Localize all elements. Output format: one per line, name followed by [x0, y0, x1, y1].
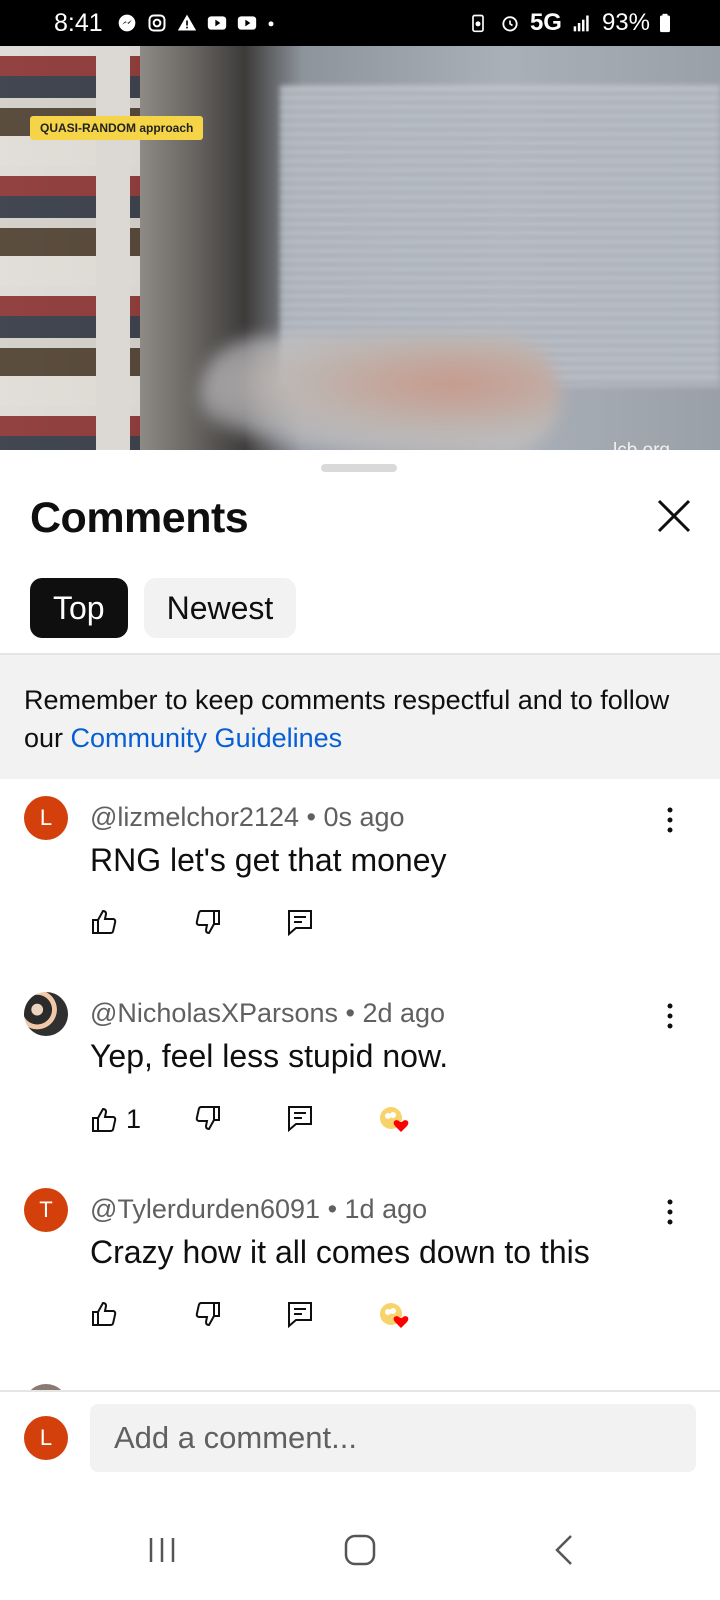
reply-button[interactable] — [286, 1300, 314, 1328]
reply-button[interactable] — [286, 908, 314, 936]
thumbs-down-icon — [195, 910, 220, 935]
system-status: 5G 93% — [466, 9, 672, 37]
creator-heart-icon — [380, 1107, 409, 1132]
youtube-icon — [237, 16, 256, 30]
status-bar: 8:41 5G 93% — [0, 0, 720, 46]
comment-meta: @NicholasXParsons • 2d ago — [90, 998, 446, 1028]
video-frame-shelf-post — [96, 46, 130, 450]
clock: 8:41 — [54, 8, 103, 37]
reply-icon — [288, 1106, 312, 1132]
comment-author[interactable]: @lizmelchor2124 — [90, 802, 299, 832]
system-navigation-bar — [0, 1500, 720, 1600]
dislike-button[interactable] — [194, 1104, 222, 1132]
reply-icon — [288, 910, 312, 936]
thumbs-up-icon — [92, 1301, 117, 1326]
creator-heart — [378, 1300, 414, 1334]
add-comment-bar: L — [0, 1392, 720, 1484]
comment-time: 2d ago — [362, 998, 446, 1028]
avatar[interactable]: T — [24, 1188, 68, 1232]
like-button[interactable] — [90, 908, 126, 936]
dislike-button[interactable] — [194, 908, 222, 936]
battery-percent: 93% — [601, 9, 650, 36]
recent-apps-button[interactable] — [132, 1530, 192, 1570]
comment-actions: 1 — [90, 1104, 490, 1140]
guidelines-notice: Remember to keep comments respectful and… — [0, 655, 720, 779]
comment-text: Yep, feel less stupid now. — [90, 1038, 449, 1074]
close-icon — [657, 499, 691, 533]
comment-author[interactable]: @NicholasXParsons — [90, 998, 338, 1028]
comment-author[interactable]: @Tylerdurden6091 — [90, 1194, 320, 1224]
thumbs-down-icon — [195, 1302, 220, 1327]
creator-heart — [378, 1104, 414, 1138]
sort-tabs: Top Newest — [30, 578, 297, 638]
close-button[interactable] — [652, 494, 696, 538]
video-frame-hand — [200, 336, 560, 450]
add-comment-input[interactable] — [90, 1404, 696, 1472]
recent-apps-icon — [149, 1538, 175, 1562]
messenger-icon — [118, 14, 136, 32]
avatar[interactable]: L — [24, 796, 68, 840]
avatar[interactable]: L — [24, 1416, 68, 1460]
comment-actions — [90, 908, 490, 944]
comment-meta: @Tylerdurden6091 • 1d ago — [90, 1194, 428, 1224]
thumbs-up-icon — [92, 909, 117, 934]
battery-icon — [660, 13, 670, 33]
like-button[interactable]: 1 — [90, 1104, 141, 1135]
drag-handle[interactable] — [321, 464, 397, 472]
video-watermark: lcb.org — [613, 440, 670, 450]
home-icon — [344, 1534, 376, 1566]
creator-heart-icon — [380, 1303, 409, 1328]
comment-item: @NicholasXParsons • 2d ago Yep, feel les… — [0, 992, 720, 1182]
more-options-icon[interactable] — [660, 1000, 680, 1032]
alarm-icon — [502, 16, 518, 32]
back-icon — [555, 1535, 572, 1565]
comments-sheet: Comments Top Newest Remember to keep com… — [0, 450, 720, 1600]
youtube-icon — [207, 16, 226, 30]
comment-time: 1d ago — [344, 1194, 428, 1224]
comment-meta: @lizmelchor2124 • 0s ago — [90, 802, 405, 832]
comment-text: RNG let's get that money — [90, 842, 447, 878]
notification-icons — [115, 13, 277, 33]
reply-icon — [288, 1302, 312, 1328]
comment-item: T @Tylerdurden6091 • 1d ago Crazy how it… — [0, 1188, 720, 1378]
dislike-button[interactable] — [194, 1300, 222, 1328]
network-type: 5G — [529, 9, 562, 36]
thumbs-up-icon — [92, 1107, 117, 1132]
like-count: 1 — [126, 1104, 142, 1134]
video-caption-tag: QUASI-RANDOM approach — [30, 116, 204, 140]
thumbs-down-icon — [195, 1106, 220, 1131]
comment-text: Crazy how it all comes down to this — [90, 1234, 590, 1270]
alert-icon — [177, 14, 196, 31]
home-button[interactable] — [330, 1530, 390, 1570]
comment-time: 0s ago — [323, 802, 405, 832]
tab-newest[interactable]: Newest — [143, 578, 297, 638]
tab-top[interactable]: Top — [30, 578, 128, 638]
more-options-icon[interactable] — [660, 804, 680, 836]
comment-actions — [90, 1300, 490, 1336]
back-button[interactable] — [534, 1530, 594, 1570]
signal-icon — [573, 15, 589, 32]
dot-icon — [268, 21, 274, 27]
instagram-icon — [148, 14, 166, 32]
video-player[interactable]: QUASI-RANDOM approach lcb.org — [0, 46, 720, 450]
comments-title: Comments — [30, 494, 249, 542]
reply-button[interactable] — [286, 1104, 314, 1132]
battery-saver-icon — [472, 14, 484, 33]
like-button[interactable] — [90, 1300, 126, 1328]
more-options-icon[interactable] — [660, 1196, 680, 1228]
avatar[interactable] — [24, 992, 68, 1036]
comment-item: L @lizmelchor2124 • 0s ago RNG let's get… — [0, 796, 720, 986]
community-guidelines-link[interactable]: Community Guidelines — [71, 723, 343, 753]
